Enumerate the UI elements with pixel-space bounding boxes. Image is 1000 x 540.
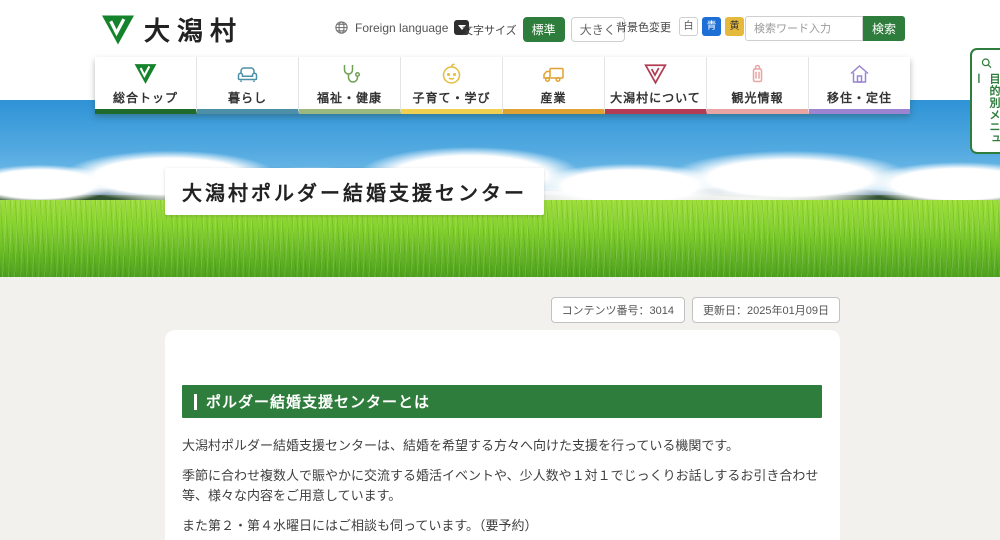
nav-item-about-village[interactable]: 大潟村について (605, 57, 707, 114)
nav-item-label: 産業 (540, 91, 567, 105)
sofa-icon (234, 62, 261, 86)
paragraph: また第２・第４水曜日にはご相談も伺っています。（要予約） (182, 518, 538, 533)
page: 大潟村 Foreign language 文字サイズ 標準 大きく 背景色変更 … (0, 0, 1000, 540)
nav-item-top[interactable]: 総合トップ (95, 57, 197, 114)
globe-icon (335, 21, 348, 34)
nav-item-living[interactable]: 暮らし (197, 57, 299, 114)
updated-date-badge: 更新日：2025年01月09日 (692, 297, 840, 323)
foreign-language-label: Foreign language (355, 20, 449, 35)
baby-face-icon (438, 62, 465, 86)
bg-color-label: 背景色変更 (616, 21, 671, 34)
language-switcher: Foreign language (334, 20, 470, 35)
global-nav: 総合トップ 暮らし 福祉・健康 子育て・学び 産業 大潟村について 観光情報 移… (95, 57, 910, 114)
nav-item-tourism[interactable]: 観光情報 (707, 57, 809, 114)
page-title-box: 大潟村ポルダー結婚支援センター (165, 168, 544, 215)
font-size-control: 文字サイズ 標準 大きく (462, 17, 625, 42)
stethoscope-icon (336, 62, 363, 86)
bg-blue-button[interactable]: 青 (702, 17, 721, 36)
font-size-standard-button[interactable]: 標準 (522, 17, 565, 42)
nav-item-label: 暮らし (227, 91, 267, 105)
purpose-menu-tab[interactable]: 目的別メニュー (970, 48, 1000, 154)
suitcase-icon (744, 62, 771, 86)
section-heading: ポルダー結婚支援センターとは (182, 385, 822, 418)
nav-item-label: 観光情報 (731, 91, 784, 105)
nav-item-industry[interactable]: 産業 (503, 57, 605, 114)
nav-item-label: 移住・定住 (826, 91, 892, 105)
hero-image: 大潟村ポルダー結婚支援センター (0, 100, 1000, 277)
nav-item-label: 子育て・学び (412, 91, 491, 105)
paragraph: 大潟村ポルダー結婚支援センターは、結婚を希望する方々へ向けた支援を行っている機関… (182, 438, 740, 453)
site-search: 検索 (745, 16, 905, 41)
nav-item-label: 総合トップ (112, 91, 178, 105)
village-logo-icon (102, 14, 134, 45)
content-number-badge: コンテンツ番号：3014 (550, 297, 686, 323)
bg-white-button[interactable]: 白 (679, 17, 698, 36)
page-meta: コンテンツ番号：3014 更新日：2025年01月09日 (550, 297, 840, 323)
font-size-label: 文字サイズ (462, 24, 517, 37)
nav-item-welfare-health[interactable]: 福祉・健康 (299, 57, 401, 114)
site-name: 大潟村 (144, 16, 244, 46)
search-input[interactable] (745, 16, 863, 41)
house-icon (846, 62, 873, 86)
search-button[interactable]: 検索 (863, 16, 905, 41)
content-card: ポルダー結婚支援センターとは 大潟村ポルダー結婚支援センターは、結婚を希望する方… (165, 330, 840, 540)
triangle-logo-outline-icon (642, 62, 669, 86)
nav-item-childcare-learning[interactable]: 子育て・学び (401, 57, 503, 114)
village-logo-icon (132, 62, 159, 86)
site-logo[interactable]: 大潟村 (100, 11, 243, 48)
nav-item-migration[interactable]: 移住・定住 (809, 57, 910, 114)
paragraph: 季節に合わせ複数人で賑やかに交流する婚活イベントや、少人数や１対１でじっくりお話… (182, 468, 819, 503)
nav-item-label: 大潟村について (610, 91, 701, 105)
bg-yellow-button[interactable]: 黄 (725, 17, 744, 36)
search-icon (981, 58, 992, 69)
purpose-menu-label: 目的別メニュー (972, 73, 1000, 146)
truck-icon (540, 62, 567, 86)
nav-item-label: 福祉・健康 (316, 91, 382, 105)
page-title: 大潟村ポルダー結婚支援センター (182, 183, 527, 205)
